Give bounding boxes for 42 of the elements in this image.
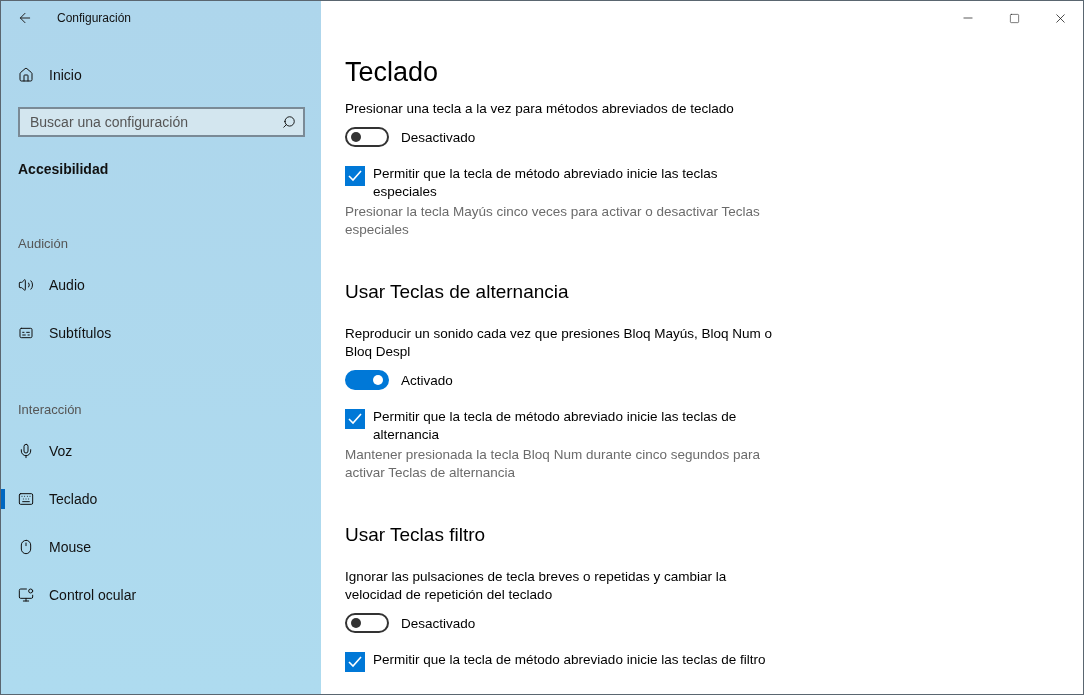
setting-description: Presionar una tecla a la vez para métodos abreviados de teclado (345, 100, 735, 118)
nav-item[interactable]: Voz (1, 427, 321, 475)
toggle-switch[interactable] (345, 127, 389, 147)
microphone-icon (18, 443, 34, 459)
mouse-icon (18, 539, 34, 555)
checkbox-label: Permitir que la tecla de método abreviado inicie las teclas especiales (373, 165, 719, 201)
nav-item[interactable]: Control ocular (1, 571, 321, 619)
back-button[interactable] (17, 10, 33, 26)
keyboard-icon (18, 491, 34, 507)
checkbox[interactable] (345, 409, 365, 429)
section-heading: Usar Teclas de alternancia (345, 281, 570, 303)
checkbox-label: Permitir que la tecla de método abreviado inicie las teclas de filtro (373, 651, 766, 669)
nav-item[interactable]: Mouse (1, 523, 321, 571)
setting-description: Reproducir un sonido cada vez que presiones Bloq Mayús, Bloq Num o Bloq Despl (345, 325, 773, 361)
window-title: Configuración (57, 11, 132, 25)
toggle-switch[interactable] (345, 613, 389, 633)
search-field[interactable]: Buscar una configuración (18, 107, 305, 137)
nav-item[interactable]: Subtítulos (1, 309, 321, 357)
toggle-switch[interactable] (345, 370, 389, 390)
monitor-eye-icon (18, 587, 34, 603)
hint-text: Mantener presionada la tecla Bloq Num durante cinco segundos para activar Teclas de alternancia (345, 446, 761, 482)
hint-text: Presionar la tecla Mayús cinco veces para activar o desactivar Teclas especiales (345, 203, 761, 239)
category-heading: Accesibilidad (17, 160, 110, 177)
toggle-label: Desactivado (401, 615, 476, 631)
maximize-icon (1008, 12, 1020, 24)
checkbox[interactable] (345, 652, 365, 672)
setting-description: Ignorar las pulsaciones de tecla breves o repetidas y cambiar la velocidad de repetición del teclado (345, 568, 728, 604)
nav-item[interactable]: Teclado (1, 475, 321, 523)
nav-item[interactable]: Audio (1, 261, 321, 309)
captions-icon (18, 325, 34, 341)
group-heading: Audición (17, 234, 69, 253)
speaker-icon (18, 277, 34, 293)
home-icon (18, 67, 34, 83)
search-icon (282, 115, 296, 129)
home-nav-item[interactable]: Inicio (1, 51, 321, 99)
checkbox[interactable] (345, 166, 365, 186)
checkbox-label: Permitir que la tecla de método abreviado inicie las teclas de alternancia (373, 408, 738, 444)
toggle-label: Activado (401, 372, 453, 388)
section-heading: Usar Teclas filtro (345, 524, 487, 546)
toggle-label: Desactivado (401, 129, 476, 145)
page-title: Teclado (345, 57, 440, 88)
group-heading: Interacción (17, 400, 83, 419)
